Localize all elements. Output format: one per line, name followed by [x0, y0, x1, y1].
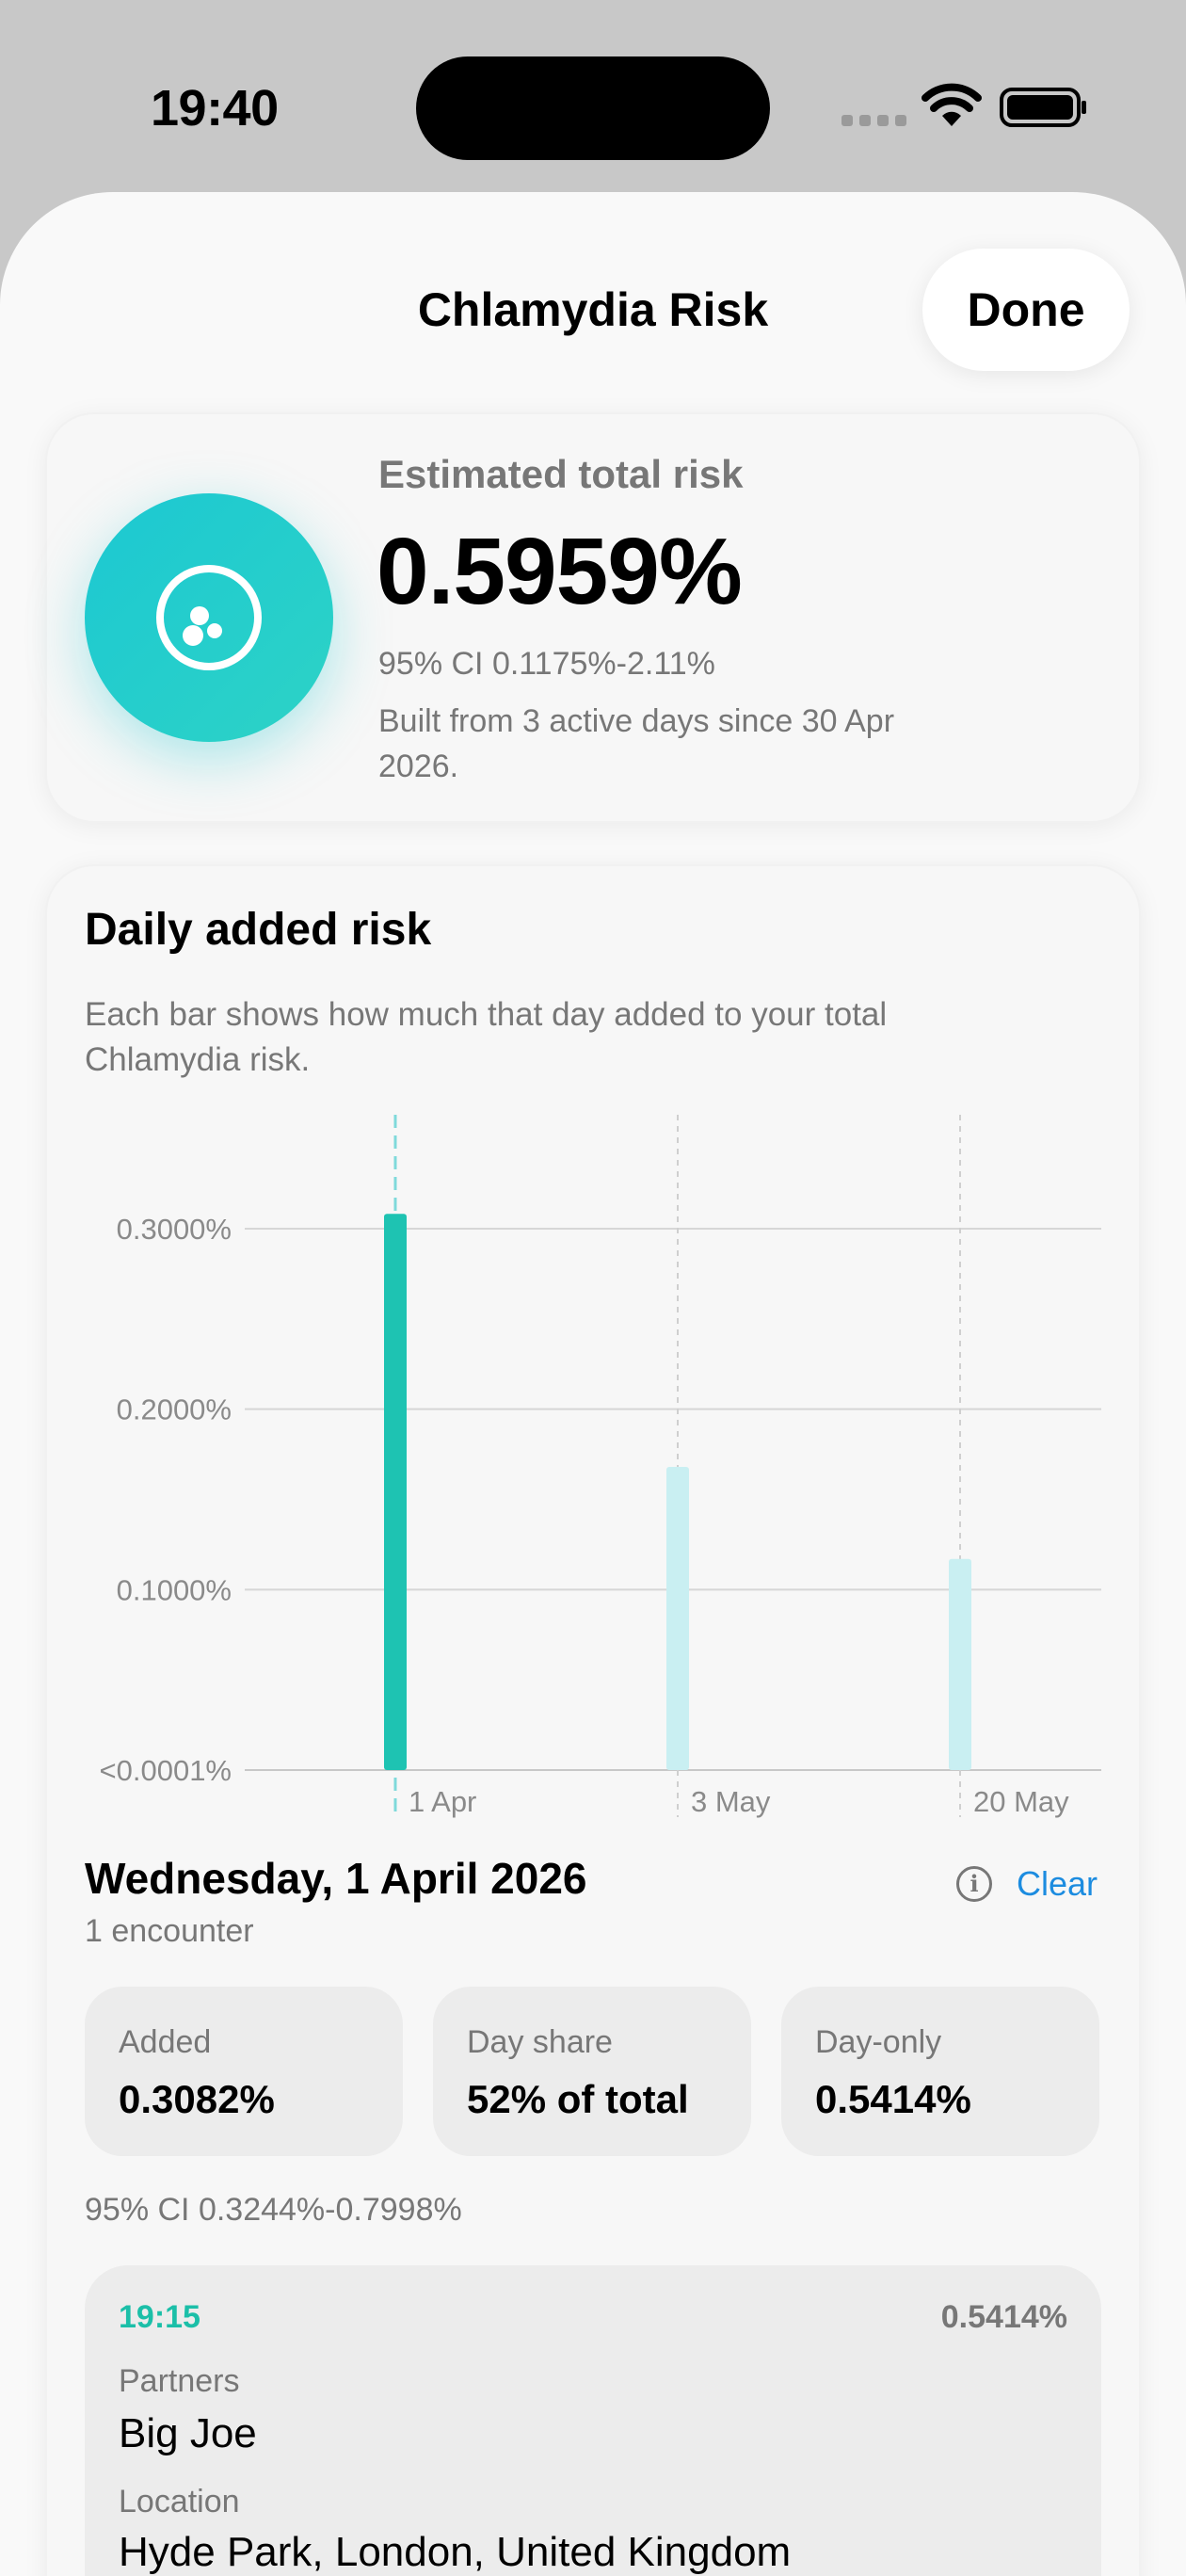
- partners-label: Partners: [119, 2363, 240, 2399]
- status-bar: 19:40: [0, 0, 1186, 188]
- selected-day-title: Wednesday, 1 April 2026: [85, 1854, 587, 1903]
- partners-value: Big Joe: [119, 2410, 257, 2456]
- total-risk-basis: Built from 3 active days since 30 Apr 20…: [378, 703, 895, 784]
- dynamic-island: [416, 56, 770, 160]
- stat-day-share: Day share 52% of total: [433, 1987, 751, 2156]
- x-tick-label: 3 May: [691, 1785, 771, 1818]
- risk-bar[interactable]: [384, 1214, 407, 1770]
- stat-value: 52% of total: [467, 2077, 689, 2121]
- done-button[interactable]: Done: [922, 249, 1130, 371]
- location-label: Location: [119, 2484, 240, 2520]
- stat-day-only: Day-only 0.5414%: [781, 1987, 1099, 2156]
- selected-day-encounter-count: 1 encounter: [85, 1913, 254, 1949]
- cellular-signal-icon: [841, 115, 906, 126]
- bacteria-icon: [85, 493, 333, 742]
- selected-day-ci: 95% CI 0.3244%-0.7998%: [85, 2192, 462, 2228]
- risk-bar[interactable]: [949, 1558, 971, 1770]
- y-tick-label: 0.3000%: [117, 1213, 232, 1246]
- total-risk-label: Estimated total risk: [378, 452, 744, 496]
- daily-risk-title: Daily added risk: [85, 905, 432, 955]
- total-risk-ci: 95% CI 0.1175%-2.11%: [378, 646, 715, 682]
- stat-label: Day-only: [815, 2024, 942, 2060]
- risk-bar[interactable]: [666, 1467, 689, 1770]
- stat-value: 0.5414%: [815, 2077, 971, 2121]
- stat-label: Day share: [467, 2024, 613, 2060]
- status-time: 19:40: [151, 80, 279, 137]
- encounter-card[interactable]: 19:15 0.5414% Partners Big Joe Location …: [85, 2265, 1101, 2576]
- total-risk-value: 0.5959%: [377, 519, 743, 624]
- location-value: Hyde Park, London, United Kingdom: [119, 2529, 792, 2575]
- x-tick-label: 20 May: [973, 1785, 1069, 1818]
- encounter-risk: 0.5414%: [940, 2299, 1067, 2335]
- info-icon[interactable]: i: [956, 1866, 992, 1902]
- y-tick-label: <0.0001%: [100, 1754, 232, 1787]
- y-tick-label: 0.2000%: [117, 1393, 232, 1426]
- stat-value: 0.3082%: [119, 2077, 275, 2121]
- y-tick-label: 0.1000%: [117, 1573, 232, 1606]
- x-tick-label: 1 Apr: [409, 1785, 476, 1818]
- wifi-icon: [922, 83, 982, 126]
- daily-risk-description: Each bar shows how much that day added t…: [85, 996, 888, 1078]
- stat-added: Added 0.3082%: [85, 1987, 403, 2156]
- battery-icon: [1000, 88, 1086, 127]
- encounter-time: 19:15: [119, 2299, 200, 2335]
- stat-label: Added: [119, 2024, 212, 2060]
- clear-selection-button[interactable]: Clear: [1017, 1864, 1098, 1904]
